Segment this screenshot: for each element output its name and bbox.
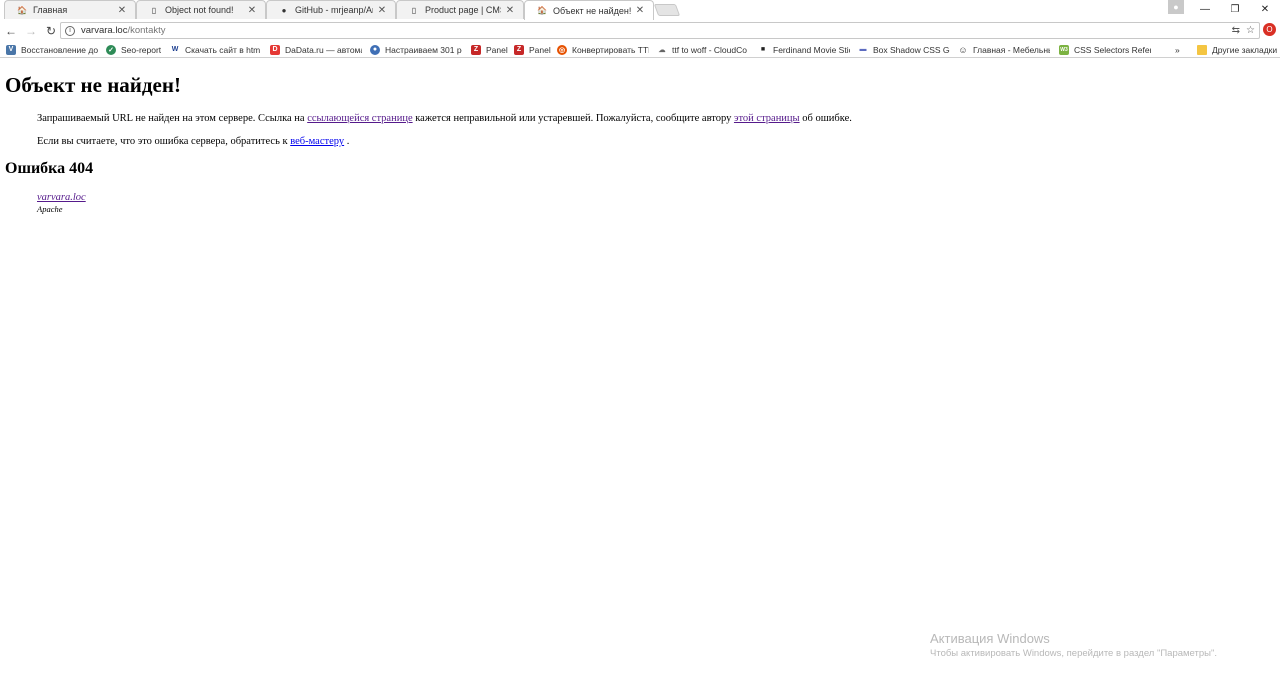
browser-toolbar: ← → ↻ i varvara.loc/kontakty ⇆ ☆ bbox=[0, 20, 1280, 41]
close-window-icon[interactable]: ✕ bbox=[1250, 0, 1280, 18]
host-link[interactable]: varvara.loc bbox=[37, 192, 86, 203]
page-content: Объект не найден! Запрашиваемый URL не н… bbox=[0, 59, 1280, 682]
restore-icon[interactable]: ❐ bbox=[1220, 0, 1250, 18]
bookmark-item[interactable]: ☺ Главная - Мебельны bbox=[958, 43, 1050, 56]
w-icon: W bbox=[171, 46, 179, 53]
new-tab-button[interactable] bbox=[653, 4, 681, 16]
other-bookmarks-folder[interactable]: Другие закладки bbox=[1197, 43, 1277, 56]
opera-extension-icon[interactable]: O bbox=[1263, 23, 1276, 36]
error-description: Запрашиваемый URL не найден на этом серв… bbox=[37, 113, 852, 124]
webmaster-link[interactable]: веб-мастеру bbox=[290, 136, 344, 147]
watermark-subtitle: Чтобы активировать Windows, перейдите в … bbox=[930, 648, 1217, 659]
page-icon: ▯ bbox=[411, 5, 417, 15]
bookmarks-bar: V Восстановление дос ✓ Seo-report W Скач… bbox=[0, 41, 1280, 58]
site-favicon-icon: 🏠 bbox=[17, 5, 27, 15]
address-bar[interactable]: i varvara.loc/kontakty ⇆ ☆ bbox=[60, 22, 1260, 39]
github-icon: ● bbox=[281, 5, 287, 15]
server-address: varvara.loc Apache bbox=[37, 192, 86, 214]
tab-github[interactable]: ● GitHub - mrjeanp/Arcana ✕ bbox=[266, 0, 396, 19]
css-icon: W3 bbox=[1059, 44, 1069, 55]
bookmark-item[interactable]: D DaData.ru — автома bbox=[270, 43, 362, 56]
bookmark-item[interactable]: ◎ Конвертировать TTF bbox=[557, 43, 649, 56]
bookmark-item[interactable]: ● Настраиваем 301 ре bbox=[370, 43, 462, 56]
watermark-title: Активация Windows bbox=[930, 631, 1050, 646]
server-name: Apache bbox=[37, 204, 63, 214]
back-arrow-icon[interactable]: ← bbox=[2, 22, 20, 40]
film-icon: ■ bbox=[760, 46, 766, 53]
smile-icon: ☺ bbox=[958, 44, 968, 55]
server-error-note: Если вы считаете, что это ошибка сервера… bbox=[37, 136, 350, 147]
bookmark-item[interactable]: ☁ ttf to woff - CloudCo bbox=[657, 43, 749, 56]
z-icon: Z bbox=[471, 44, 481, 55]
tab-product-page[interactable]: ▯ Product page | CMS | Wi ✕ bbox=[396, 0, 524, 19]
close-tab-icon[interactable]: ✕ bbox=[505, 5, 515, 16]
bookmark-star-icon[interactable]: ☆ bbox=[1246, 25, 1255, 36]
bookmark-item[interactable]: W Скачать сайт в html bbox=[170, 43, 260, 56]
bookmark-item[interactable]: ■ Ferdinand Movie Stic bbox=[758, 43, 850, 56]
check-icon: ✓ bbox=[106, 44, 116, 55]
site-favicon-icon: 🏠 bbox=[537, 6, 547, 15]
z-icon: Z bbox=[514, 44, 524, 55]
bookmark-item[interactable]: ▬ Box Shadow CSS Gen bbox=[858, 43, 951, 56]
translate-icon[interactable]: ⇆ bbox=[1232, 25, 1240, 36]
folder-icon bbox=[1197, 44, 1207, 55]
vk-icon: V bbox=[6, 44, 16, 55]
info-icon[interactable]: i bbox=[65, 25, 75, 36]
tab-title: Объект не найден! bbox=[553, 5, 631, 16]
minimize-icon[interactable]: — bbox=[1190, 0, 1220, 18]
address-host: varvara.loc bbox=[81, 25, 128, 36]
tab-strip: 🏠 Главная ✕ ▯ Object not found! ✕ ● GitH… bbox=[0, 0, 1280, 20]
reload-icon[interactable]: ↻ bbox=[42, 22, 60, 40]
page-title: Объект не найден! bbox=[5, 73, 181, 97]
tab-title: Object not found! bbox=[165, 5, 234, 15]
close-tab-icon[interactable]: ✕ bbox=[377, 5, 387, 16]
bookmark-item[interactable]: Z Panel bbox=[514, 43, 554, 56]
profile-avatar-icon[interactable]: ● bbox=[1168, 0, 1184, 14]
convert-icon: ◎ bbox=[557, 44, 567, 55]
this-page-link[interactable]: этой страницы bbox=[734, 113, 800, 124]
bookmarks-overflow-button[interactable]: » bbox=[1175, 43, 1187, 56]
bookmark-item[interactable]: V Восстановление дос bbox=[6, 43, 98, 56]
close-tab-icon[interactable]: ✕ bbox=[117, 5, 127, 16]
address-path: /kontakty bbox=[127, 25, 166, 36]
cloud-icon: ☁ bbox=[658, 46, 666, 54]
tab-title: GitHub - mrjeanp/Arcana bbox=[295, 5, 373, 15]
referring-page-link[interactable]: ссылающейся странице bbox=[307, 113, 412, 124]
forward-arrow-icon[interactable]: → bbox=[22, 22, 40, 40]
page-icon: ▯ bbox=[151, 5, 157, 15]
tab-title: Product page | CMS | Wi bbox=[425, 5, 501, 15]
globe-icon: ● bbox=[370, 44, 380, 55]
bookmark-item[interactable]: W3 CSS Selectors Refere bbox=[1059, 43, 1151, 56]
window-controls: — ❐ ✕ bbox=[1190, 0, 1280, 18]
windows-activation-watermark: Активация Windows Чтобы активировать Win… bbox=[930, 631, 1217, 659]
tab-glavnaya[interactable]: 🏠 Главная ✕ bbox=[4, 0, 136, 19]
bookmark-item[interactable]: Z Panel bbox=[471, 43, 511, 56]
error-code-heading: Ошибка 404 bbox=[5, 160, 94, 177]
tab-title: Главная bbox=[33, 5, 68, 15]
box-icon: ▬ bbox=[859, 46, 867, 53]
tab-active-not-found[interactable]: 🏠 Объект не найден! ✕ bbox=[524, 0, 654, 20]
bookmark-item[interactable]: ✓ Seo-report bbox=[106, 43, 166, 56]
tab-object-not-found[interactable]: ▯ Object not found! ✕ bbox=[136, 0, 266, 19]
close-tab-icon[interactable]: ✕ bbox=[247, 5, 257, 16]
dadata-icon: D bbox=[270, 44, 280, 55]
close-tab-icon[interactable]: ✕ bbox=[635, 5, 645, 16]
